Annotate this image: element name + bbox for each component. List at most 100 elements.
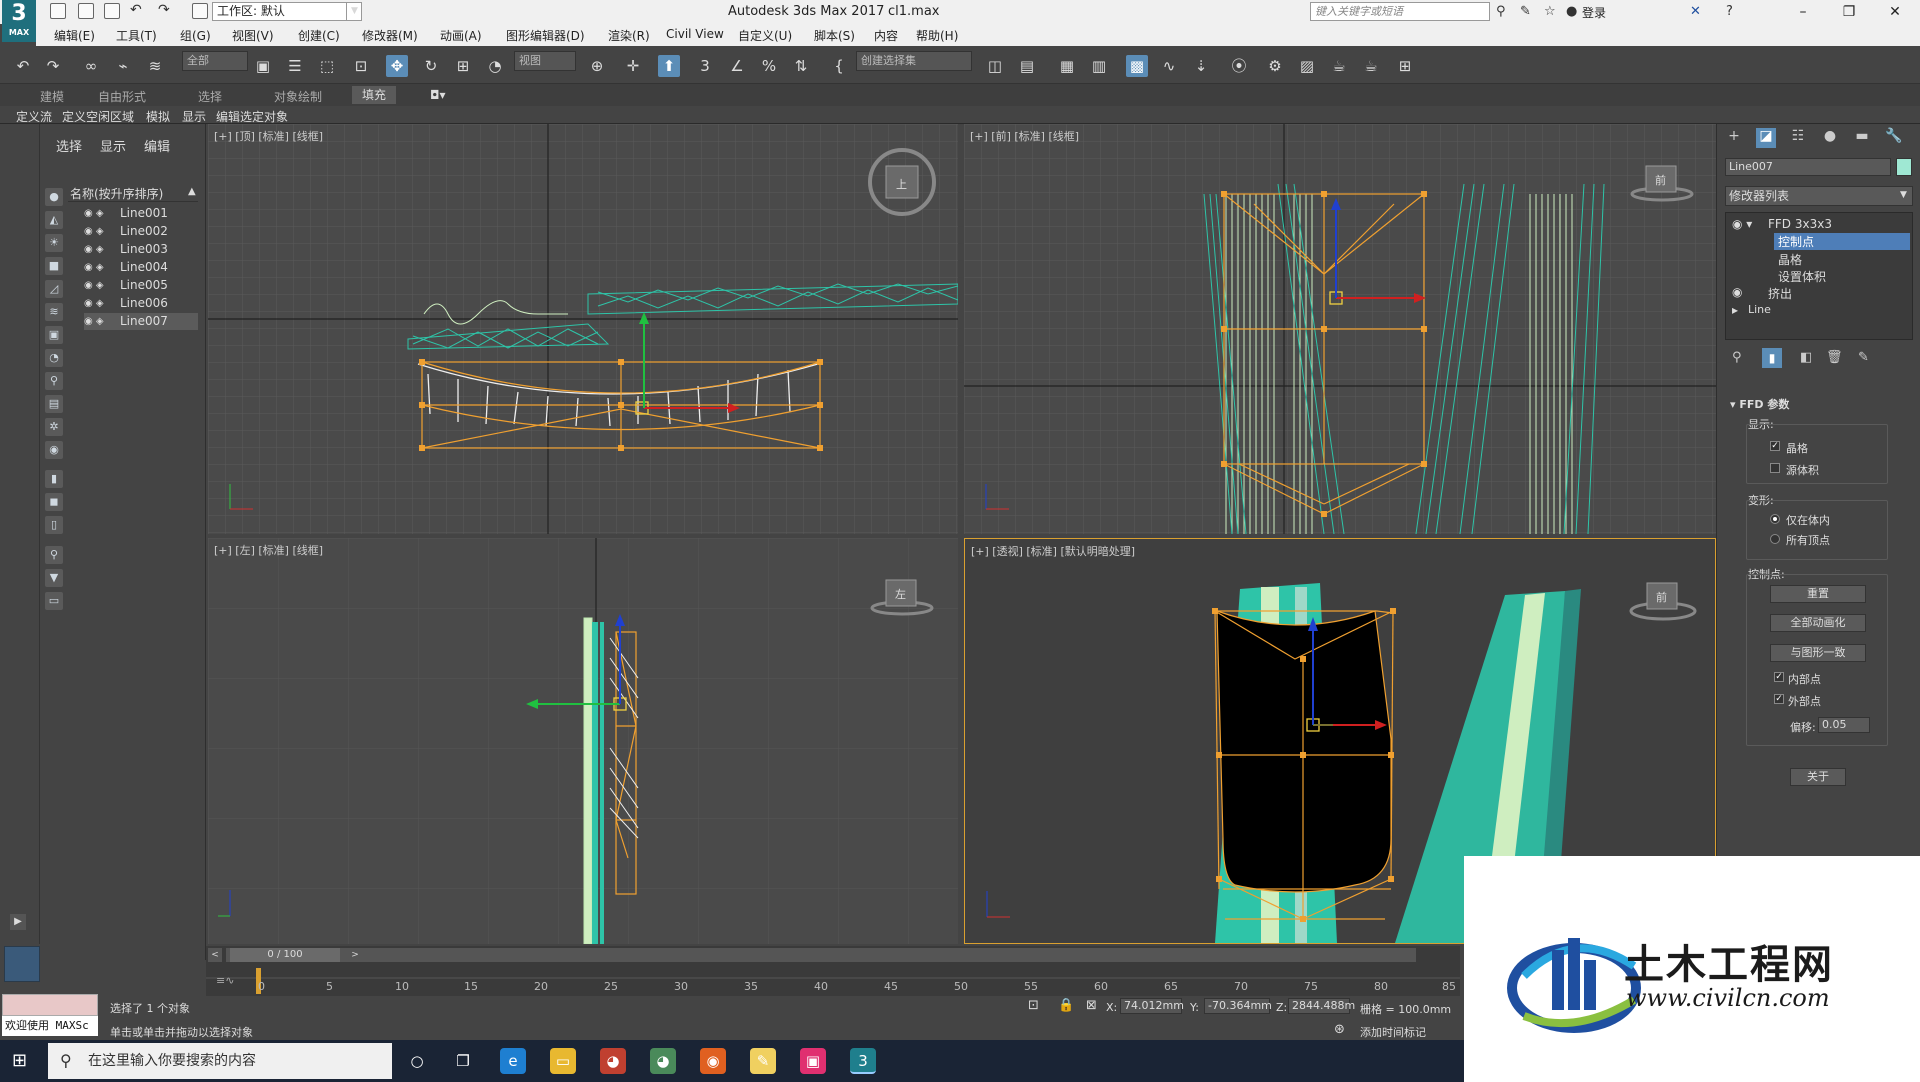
utilities-tab-icon[interactable]: 🔧 — [1884, 128, 1904, 148]
maxscript-input[interactable]: 欢迎使用 MAXSc — [2, 1016, 98, 1036]
schematic-view-icon[interactable]: ⇣ — [1190, 55, 1212, 77]
object-color-swatch[interactable] — [1896, 158, 1912, 176]
notes-icon[interactable]: ✎ — [750, 1048, 776, 1074]
group-icon[interactable]: ▣ — [45, 326, 63, 344]
object-name-field[interactable]: Line007 — [1725, 158, 1891, 176]
spinner-snap-icon[interactable]: ⇅ — [790, 55, 812, 77]
chevron-down-icon[interactable]: ▼ — [346, 2, 362, 21]
select-rotate-icon[interactable]: ↻ — [420, 55, 442, 77]
link-icon[interactable]: ∞ — [80, 55, 102, 77]
scene-tab-edit[interactable]: 编辑 — [144, 136, 170, 155]
tab-populate[interactable]: 填充 — [352, 86, 397, 104]
eye-icon[interactable]: ◉ ◈ — [84, 313, 104, 330]
task-view-icon[interactable]: ❐ — [450, 1048, 476, 1074]
panel-display[interactable]: 显示 — [182, 108, 206, 125]
viewcube-face[interactable]: 左 — [895, 586, 906, 602]
menu-scripting[interactable]: 脚本(S) — [814, 27, 855, 44]
subscription-icon[interactable]: ✎ — [1520, 4, 1531, 19]
only-in-volume-radio[interactable] — [1770, 514, 1780, 524]
xref-icon[interactable]: ◔ — [45, 349, 63, 367]
tab-modeling[interactable]: 建模 — [40, 88, 64, 105]
keyboard-shortcut-icon[interactable]: ⬆ — [658, 55, 680, 77]
select-move-icon[interactable]: ✥ — [386, 55, 408, 77]
render-icon[interactable]: ☕ — [1328, 55, 1350, 77]
named-selection-dropdown[interactable]: 创建选择集 — [856, 51, 972, 71]
select-scale-icon[interactable]: ⊞ — [452, 55, 474, 77]
display-tab-icon[interactable]: ▬ — [1852, 128, 1872, 148]
panel-simulate[interactable]: 模拟 — [146, 108, 170, 125]
3dsmax-taskbar-icon[interactable]: 3 — [850, 1048, 876, 1074]
save-file-icon[interactable] — [104, 3, 120, 19]
app-logo[interactable]: 3 MAX — [2, 0, 36, 42]
make-unique-icon[interactable]: ◧ — [1800, 350, 1812, 365]
panel-edit-selected[interactable]: 编辑选定对象 — [216, 108, 288, 125]
redo-icon[interactable]: ↷ — [42, 55, 64, 77]
bind-space-warp-icon[interactable]: ≋ — [144, 55, 166, 77]
unlink-icon[interactable]: ⌁ — [112, 55, 134, 77]
helper-icon[interactable]: ◿ — [45, 280, 63, 298]
inside-points-checkbox[interactable]: ✓ — [1774, 672, 1784, 682]
time-slider-track[interactable] — [226, 948, 1416, 962]
file-explorer-icon[interactable]: ▭ — [550, 1048, 576, 1074]
viewport-layout-icon[interactable] — [4, 946, 40, 982]
source-volume-checkbox[interactable] — [1770, 463, 1780, 473]
stack-item-set-volume[interactable]: 设置体积 — [1778, 268, 1826, 285]
a360-render-icon[interactable]: ⊞ — [1394, 55, 1416, 77]
viewport-label[interactable]: [+] [顶] [标准] [线框] — [214, 128, 323, 144]
list-item[interactable]: ◉ ◈ Line002 — [84, 223, 198, 240]
menu-help[interactable]: 帮助(H) — [916, 27, 958, 44]
ref-coord-dropdown[interactable]: 视图 — [514, 51, 576, 71]
menu-rendering[interactable]: 渲染(R) — [608, 27, 650, 44]
z-coordinate-field[interactable]: 2844.488m — [1288, 998, 1355, 1014]
menu-modifiers[interactable]: 修改器(M) — [362, 27, 418, 44]
login-button[interactable]: 登录 — [1582, 4, 1606, 21]
add-time-tag[interactable]: 添加时间标记 — [1360, 1024, 1426, 1040]
list-item[interactable]: ◉ ◈ Line006 — [84, 295, 198, 312]
maxscript-listener[interactable] — [2, 994, 98, 1016]
minimize-button[interactable]: – — [1780, 0, 1826, 24]
list-item[interactable]: ◉ ◈ Line001 — [84, 205, 198, 222]
outside-points-checkbox[interactable]: ✓ — [1774, 694, 1784, 704]
app-icon[interactable]: ◕ — [650, 1048, 676, 1074]
sel-list-icon[interactable]: ▯ — [45, 516, 63, 534]
visibility-icon[interactable]: ◉ — [45, 441, 63, 459]
eye-icon[interactable]: ◉ ◈ — [84, 277, 104, 294]
viewport-front[interactable]: [+] [前] [标准] [线框] 前 — [964, 124, 1716, 534]
menu-civil-view[interactable]: Civil View — [666, 27, 724, 41]
panel-define-idle[interactable]: 定义空闲区域 — [62, 108, 134, 125]
workspace-dropdown[interactable]: 工作区: 默认 — [212, 2, 362, 21]
panel-define-flow[interactable]: 定义流 — [16, 108, 52, 125]
viewport-label[interactable]: [+] [前] [标准] [线框] — [970, 128, 1079, 144]
list-item[interactable]: ◉ ◈ Line005 — [84, 277, 198, 294]
stack-item-control-points[interactable]: 控制点 — [1774, 233, 1910, 250]
menu-edit[interactable]: 编辑(E) — [54, 27, 95, 44]
viewport-left[interactable]: [+] [左] [标准] [线框] 左 — [208, 538, 958, 944]
open-file-icon[interactable] — [78, 3, 94, 19]
eye-icon[interactable]: ◉ ◈ — [84, 205, 104, 222]
sphere-icon[interactable]: ● — [45, 188, 63, 206]
reset-button[interactable]: 重置 — [1770, 585, 1866, 603]
close-button[interactable]: ✕ — [1872, 0, 1918, 24]
light-icon[interactable]: ☀ — [45, 234, 63, 252]
layer-icon[interactable]: ▭ — [45, 592, 63, 610]
windows-start-icon[interactable]: ⊞ — [12, 1050, 27, 1071]
stack-item-lattice[interactable]: 晶格 — [1778, 251, 1802, 268]
ffd-params-rollout[interactable]: ▾ FFD 参数 — [1730, 396, 1789, 412]
modifier-list-dropdown[interactable]: 修改器列表 — [1725, 186, 1913, 206]
angle-snap-icon[interactable]: ∠ — [726, 55, 748, 77]
help-icon[interactable]: ? — [1726, 4, 1733, 19]
user-icon[interactable]: ● — [1566, 4, 1577, 19]
tab-selection[interactable]: 选择 — [198, 88, 222, 105]
absolute-mode-icon[interactable]: ⊠ — [1086, 998, 1097, 1013]
menu-create[interactable]: 创建(C) — [298, 27, 340, 44]
offset-spinner[interactable]: 0.05 — [1818, 717, 1870, 733]
new-file-icon[interactable] — [50, 3, 66, 19]
render-setup-icon[interactable]: ⚙ — [1264, 55, 1286, 77]
time-slider[interactable]: < 0 / 100 > — [206, 946, 1460, 966]
favorites-icon[interactable]: ☆ — [1544, 4, 1556, 19]
cortana-icon[interactable]: ○ — [404, 1048, 430, 1074]
eye-icon[interactable]: ◉ ◈ — [84, 241, 104, 258]
x-coordinate-field[interactable]: 74.012mm — [1120, 998, 1184, 1014]
menu-animation[interactable]: 动画(A) — [440, 27, 482, 44]
firefox-icon[interactable]: ◉ — [700, 1048, 726, 1074]
